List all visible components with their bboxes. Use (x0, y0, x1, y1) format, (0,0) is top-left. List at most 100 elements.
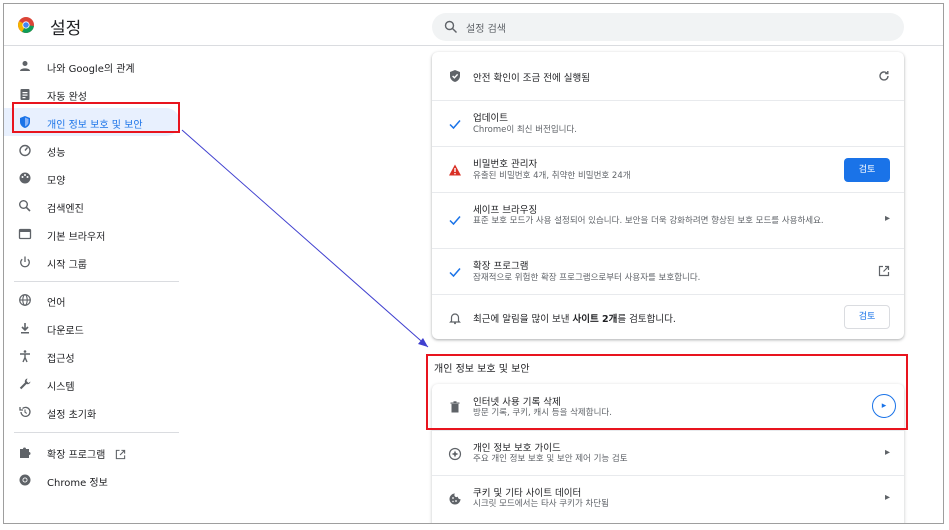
chevron-right-icon: ▸ (884, 492, 890, 503)
safety-check-card: 안전 확인이 조금 전에 실행됨 업데이트 Chrome이 최신 버전입니다. … (432, 52, 904, 339)
sidebar-item-default-browser[interactable]: 기본 브라우저 (4, 220, 180, 248)
password-manager-description: 유출된 비밀번호 4개, 취약한 비밀번호 24개 (473, 171, 631, 181)
sidebar-item-label: 확장 프로그램 (47, 446, 126, 461)
search-icon (19, 200, 31, 212)
chrome-logo-icon (18, 17, 34, 33)
bell-icon (449, 313, 461, 325)
sidebar-item-appearance[interactable]: 모양 (4, 164, 180, 192)
sidebar-item-about-chrome[interactable]: Chrome 정보 (4, 466, 180, 494)
sidebar-item-label: 개인 정보 보호 및 보안 (47, 120, 143, 131)
sidebar-item-label: 시작 그룹 (47, 260, 87, 271)
safety-row-extensions: 확장 프로그램 잠재적으로 위험한 확장 프로그램으로부터 사용자를 보호합니다… (432, 248, 904, 294)
shield-icon (20, 116, 30, 128)
notifications-text: 최근에 알림을 많이 보낸 사이트 2개를 검토합니다. (473, 314, 676, 325)
sidebar-item-label: 기본 브라우저 (47, 232, 106, 243)
password-manager-title: 비밀번호 관리자 (473, 159, 538, 170)
globe-icon (19, 294, 31, 306)
sidebar-item-on-startup[interactable]: 시작 그룹 (4, 248, 180, 276)
safety-row-update: 업데이트 Chrome이 최신 버전입니다. (432, 100, 904, 146)
refresh-icon[interactable] (878, 70, 890, 82)
settings-window: 설정 설정 검색 나와 Google의 관계 자동 완성 개인 정보 보호 및 … (3, 3, 944, 524)
header: 설정 설정 검색 (4, 4, 943, 46)
sidebar-item-accessibility[interactable]: 접근성 (4, 342, 180, 370)
privacy-row-privacy-guide[interactable]: 개인 정보 보호 가이드 주요 개인 정보 보호 및 보안 제어 기능 검토 ▸ (432, 430, 904, 475)
sidebar-item-autofill[interactable]: 자동 완성 (4, 80, 180, 108)
sidebar-item-label: 성능 (47, 148, 66, 159)
chevron-right-icon: ▸ (884, 447, 890, 458)
sidebar-item-performance[interactable]: 성능 (4, 136, 180, 164)
search-icon (444, 20, 457, 33)
sidebar-item-label: 모양 (47, 176, 66, 187)
puzzle-icon (20, 447, 31, 458)
sidebar-item-reset[interactable]: 설정 초기화 (4, 398, 180, 426)
sidebar-divider (14, 432, 179, 433)
sidebar-item-label: 시스템 (47, 382, 75, 393)
check-icon (449, 120, 461, 130)
browser-icon (18, 228, 32, 240)
wrench-icon (19, 378, 31, 390)
sidebar-item-you-and-google[interactable]: 나와 Google의 관계 (4, 52, 180, 80)
sidebar-item-extensions[interactable]: 확장 프로그램 (4, 438, 180, 466)
reset-icon (19, 406, 31, 417)
sidebar-item-downloads[interactable]: 다운로드 (4, 314, 180, 342)
review-notifications-button[interactable]: 검토 (844, 305, 890, 329)
extensions-description: 잠재적으로 위험한 확장 프로그램으로부터 사용자를 보호합니다. (473, 273, 701, 283)
cookies-description: 시크릿 모드에서는 타사 쿠키가 차단됨 (473, 499, 609, 509)
compass-icon (448, 447, 462, 461)
power-icon (20, 256, 30, 268)
download-icon (21, 323, 29, 334)
check-icon (449, 216, 461, 226)
clear-data-description: 방문 기록, 쿠키, 캐시 등을 삭제합니다. (473, 408, 612, 418)
clipboard-icon (20, 89, 30, 100)
safety-check-header: 안전 확인이 조금 전에 실행됨 (432, 52, 904, 100)
safety-row-notifications: 최근에 알림을 많이 보낸 사이트 2개를 검토합니다. 검토 (432, 294, 904, 339)
speedometer-icon (19, 144, 31, 157)
sidebar-item-system[interactable]: 시스템 (4, 370, 180, 398)
sidebar-item-languages[interactable]: 언어 (4, 286, 180, 314)
privacy-card: 인터넷 사용 기록 삭제 방문 기록, 쿠키, 캐시 등을 삭제합니다. ▸ 개… (432, 384, 904, 523)
check-icon (449, 268, 461, 278)
safety-row-passwords: 비밀번호 관리자 유출된 비밀번호 4개, 취약한 비밀번호 24개 검토 (432, 146, 904, 192)
cookie-icon (449, 493, 461, 505)
safety-row-safe-browsing[interactable]: 세이프 브라우징 표준 보호 모드가 사용 설정되어 있습니다. 보안을 더욱 … (432, 192, 904, 248)
chevron-right-icon: ▸ (884, 213, 890, 224)
privacy-guide-title: 개인 정보 보호 가이드 (473, 443, 561, 454)
update-title: 업데이트 (473, 113, 508, 124)
sidebar-item-search-engine[interactable]: 검색엔진 (4, 192, 180, 220)
chrome-icon (19, 474, 31, 486)
privacy-row-clear-browsing-data[interactable]: 인터넷 사용 기록 삭제 방문 기록, 쿠키, 캐시 등을 삭제합니다. ▸ (432, 384, 904, 430)
safe-browsing-title: 세이프 브라우징 (473, 205, 538, 216)
sidebar-item-label: 설정 초기화 (47, 410, 97, 421)
privacy-guide-description: 주요 개인 정보 보호 및 보안 제어 기능 검토 (473, 454, 628, 464)
accessibility-icon (20, 350, 30, 363)
sidebar-item-label: Chrome 정보 (47, 478, 108, 489)
safety-check-status: 안전 확인이 조금 전에 실행됨 (473, 73, 590, 84)
trash-icon (450, 401, 460, 413)
cookies-title: 쿠키 및 기타 사이트 데이터 (473, 488, 582, 499)
sidebar-item-label: 자동 완성 (47, 92, 87, 103)
update-description: Chrome이 최신 버전입니다. (473, 125, 578, 135)
clear-data-title: 인터넷 사용 기록 삭제 (473, 397, 561, 408)
review-passwords-button[interactable]: 검토 (844, 158, 890, 182)
page-title: 설정 (50, 19, 82, 39)
extensions-title: 확장 프로그램 (473, 261, 529, 272)
privacy-row-cookies[interactable]: 쿠키 및 기타 사이트 데이터 시크릿 모드에서는 타사 쿠키가 차단됨 ▸ (432, 475, 904, 520)
open-in-new-icon[interactable] (878, 265, 890, 277)
person-icon (20, 61, 30, 71)
warning-icon (449, 164, 461, 176)
sidebar: 나와 Google의 관계 자동 완성 개인 정보 보호 및 보안 성능 모양 … (4, 48, 184, 523)
palette-icon (19, 172, 31, 184)
chevron-right-icon[interactable]: ▸ (872, 394, 896, 418)
safe-browsing-description: 표준 보호 모드가 사용 설정되어 있습니다. 보안을 더욱 강화하려면 향상된… (473, 216, 824, 226)
open-in-new-icon (116, 449, 126, 460)
sidebar-item-label: 다운로드 (47, 326, 84, 337)
sidebar-item-label: 접근성 (47, 354, 75, 365)
sidebar-divider (14, 281, 179, 282)
sidebar-item-label: 언어 (47, 298, 66, 309)
sidebar-item-label: 나와 Google의 관계 (47, 64, 135, 75)
search-bar[interactable]: 설정 검색 (432, 13, 904, 41)
sidebar-item-privacy-security[interactable]: 개인 정보 보호 및 보안 (4, 108, 180, 136)
shield-check-icon (450, 70, 460, 82)
sidebar-item-label: 검색엔진 (47, 204, 84, 215)
search-input[interactable]: 설정 검색 (466, 20, 506, 35)
